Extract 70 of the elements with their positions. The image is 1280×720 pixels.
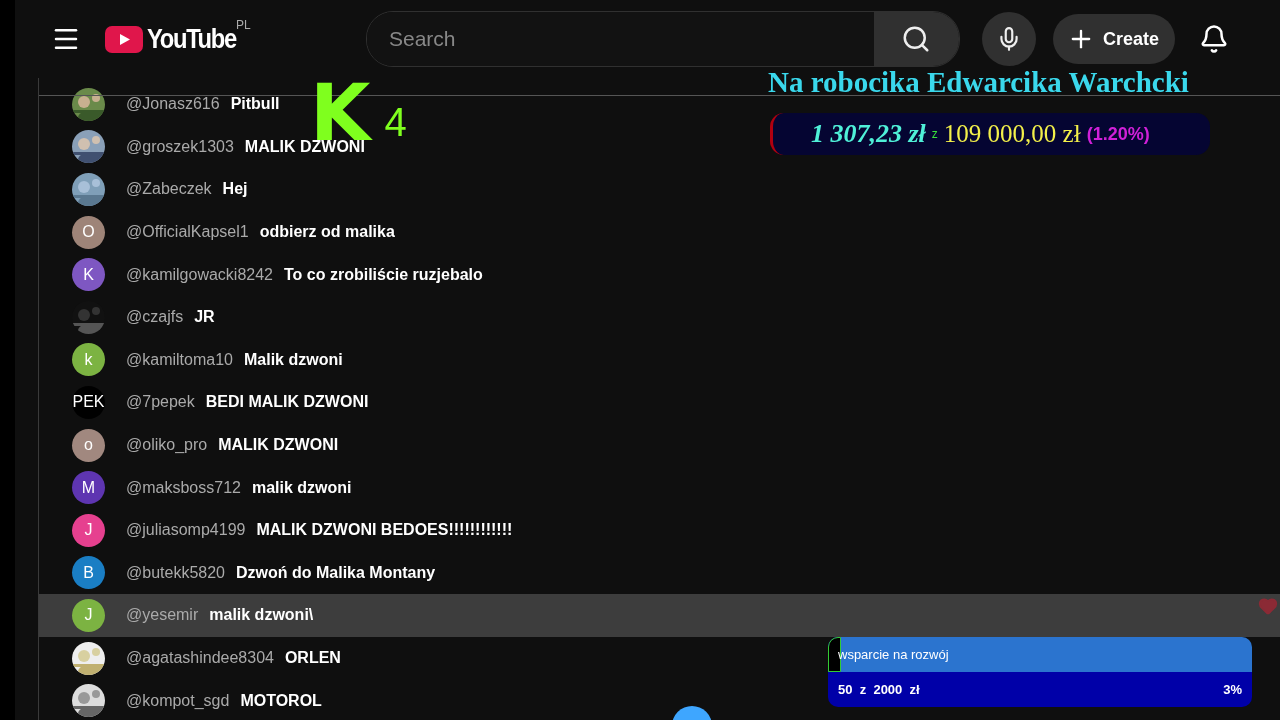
search-button[interactable]: [874, 12, 959, 66]
author-name: @agatashindee8304: [126, 649, 274, 667]
avatar: B: [72, 556, 105, 590]
chat-message-row[interactable]: @agatashindee8304 ORLEN: [39, 636, 353, 680]
support-amount: 50 z 2000 zł: [838, 682, 920, 697]
author-name: @groszek1303: [126, 137, 234, 156]
target-amount: 109 000,00 zł: [943, 120, 1081, 148]
avatar: K: [72, 258, 105, 292]
author-name: @juliasomp4199: [126, 521, 246, 540]
avatar: J: [72, 513, 105, 547]
create-button[interactable]: Create: [1053, 14, 1175, 64]
search-bar[interactable]: Search: [366, 11, 960, 67]
author-name: @kamiltoma10: [126, 350, 233, 369]
avatar: O: [72, 215, 105, 249]
logo-digit: 4: [384, 102, 407, 142]
heart-icon: [1258, 596, 1278, 616]
region-label: PL: [236, 17, 251, 32]
logo-text: YouTube: [147, 23, 236, 55]
author-name: @maksboss712: [126, 478, 241, 497]
goal-title: Na robocika Edwarcika Warchcki: [768, 66, 1189, 99]
message-text: BEDI MALIK DZWONI: [205, 393, 369, 412]
message-text: malik dzwoni\: [209, 606, 314, 625]
message-text: Dzwoń do Malika Montany: [236, 563, 436, 582]
bell-icon: [1199, 24, 1229, 54]
chat-message-row[interactable]: J @yesemir malik dzwoni\: [39, 594, 1280, 637]
avatar: k: [72, 343, 105, 377]
avatar: M: [72, 471, 105, 505]
chat-message-row[interactable]: @czajfs JR: [39, 295, 227, 339]
author-name: @yesemir: [126, 606, 199, 625]
avatar: J: [72, 598, 105, 632]
chat-message-row[interactable]: M @maksboss712 malik dzwoni: [39, 466, 364, 509]
message-text: JR: [194, 308, 215, 327]
author-name: @butekk5820: [126, 563, 225, 582]
chat-message-row[interactable]: K @kamilgowacki8242 To co zrobiliście ruzjebalo: [39, 253, 495, 296]
raised-amount: 1 307,23 zł: [811, 119, 926, 149]
notifications-button[interactable]: [1199, 24, 1229, 54]
author-name: @Zabeczek: [126, 180, 212, 199]
author-name: @kompot_sgd: [126, 691, 230, 710]
avatar: o: [72, 428, 105, 462]
chat-message-row[interactable]: @kompot_sgd MOTOROL: [39, 679, 334, 720]
separator-text: z: [931, 127, 938, 141]
message-text: To co zrobiliście ruzjebalo: [284, 265, 483, 284]
author-name: @oliko_pro: [126, 436, 208, 455]
chat-message-row[interactable]: @Zabeczek Hej: [39, 168, 260, 211]
author-name: @Jonasz616: [126, 95, 220, 114]
support-percent: 3%: [1223, 682, 1242, 697]
play-logo-icon: [105, 25, 143, 53]
author-name: @kamilgowacki8242: [126, 265, 273, 284]
message-text: MALIK DZWONI BEDOES!!!!!!!!!!!!: [256, 521, 513, 540]
goal-percent: (1.20%): [1086, 123, 1150, 145]
chat-message-row[interactable]: O @OfficialKapsel1 odbierz od malika: [39, 210, 407, 254]
message-text: MALIK DZWONI: [218, 436, 339, 455]
avatar: PEK: [72, 385, 105, 419]
chat-message-row[interactable]: @Jonasz616 Pitbull: [39, 83, 292, 126]
microphone-button[interactable]: [982, 12, 1036, 66]
message-text: Hej: [222, 180, 248, 199]
message-text: Malik dzwoni: [243, 350, 343, 369]
message-text: odbierz od malika: [259, 223, 395, 242]
chat-message-row[interactable]: PEK @7pepek BEDI MALIK DZWONI: [39, 381, 381, 424]
chat-message-row[interactable]: B @butekk5820 Dzwoń do Malika Montany: [39, 551, 448, 595]
author-name: @7pepek: [126, 393, 195, 412]
chat-message-row[interactable]: o @oliko_pro MALIK DZWONI: [39, 423, 351, 467]
chat-message-row[interactable]: k @kamiltoma10 Malik dzwoni: [39, 338, 355, 382]
author-name: @OfficialKapsel1: [126, 223, 249, 242]
message-text: Pitbull: [230, 95, 280, 114]
message-text: MOTOROL: [240, 691, 322, 710]
message-text: malik dzwoni: [251, 478, 352, 497]
author-name: @czajfs: [126, 308, 184, 327]
message-text: ORLEN: [284, 649, 341, 667]
chat-message-row[interactable]: J @juliasomp4199 MALIK DZWONI BEDOES!!!!!!!!!!!!: [39, 508, 525, 552]
